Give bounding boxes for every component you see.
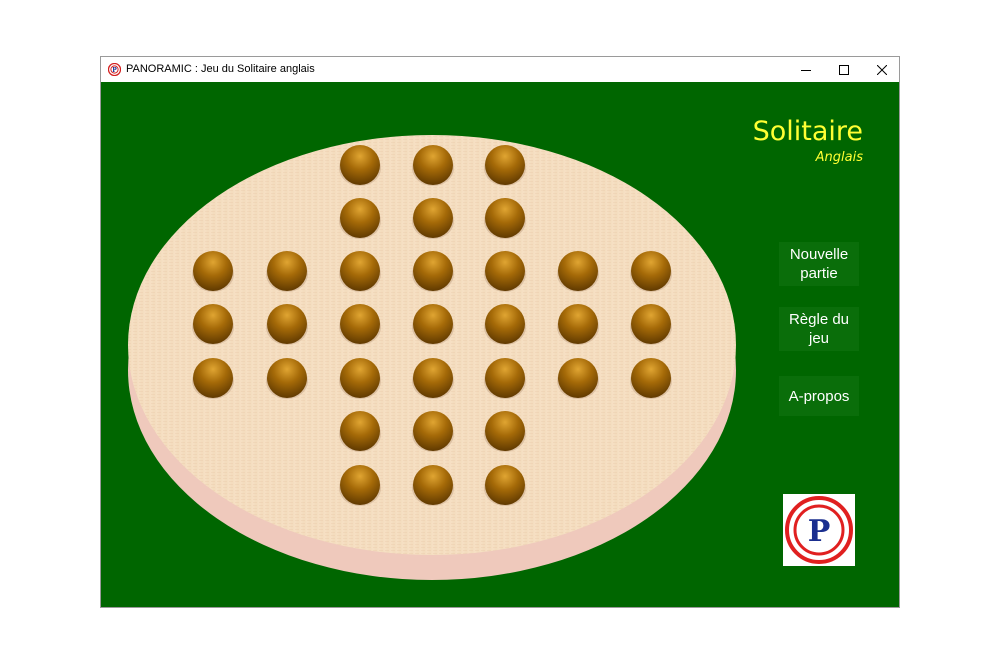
peg[interactable] [338, 302, 382, 346]
peg[interactable] [338, 356, 382, 400]
solitaire-board [127, 108, 739, 582]
new-game-label: Nouvelle partie [789, 246, 849, 282]
rules-label: Règle du jeu [788, 311, 850, 347]
peg[interactable] [265, 356, 309, 400]
peg[interactable] [483, 196, 527, 240]
minimize-button[interactable] [787, 57, 825, 82]
peg[interactable] [629, 302, 673, 346]
peg[interactable] [411, 302, 455, 346]
game-area: Solitaire Anglais Nouvelle partie Règle … [101, 82, 899, 607]
peg[interactable] [191, 302, 235, 346]
peg[interactable] [556, 249, 600, 293]
peg[interactable] [483, 409, 527, 453]
minimize-icon [801, 69, 811, 71]
peg[interactable] [556, 302, 600, 346]
new-game-button[interactable]: Nouvelle partie [779, 242, 859, 286]
peg[interactable] [629, 356, 673, 400]
peg[interactable] [411, 196, 455, 240]
svg-text:P: P [112, 67, 117, 74]
peg[interactable] [483, 143, 527, 187]
peg[interactable] [338, 409, 382, 453]
peg[interactable] [556, 356, 600, 400]
peg[interactable] [411, 249, 455, 293]
peg[interactable] [338, 196, 382, 240]
peg[interactable] [411, 409, 455, 453]
svg-text:P: P [808, 514, 831, 549]
close-button[interactable] [863, 57, 899, 82]
game-title: Solitaire [752, 116, 863, 147]
peg[interactable] [483, 249, 527, 293]
about-label: A-propos [788, 387, 850, 405]
peg[interactable] [411, 143, 455, 187]
peg[interactable] [629, 249, 673, 293]
game-subtitle: Anglais [815, 150, 863, 165]
about-button[interactable]: A-propos [779, 376, 859, 416]
title-bar[interactable]: P PANORAMIC : Jeu du Solitaire anglais [101, 57, 899, 82]
peg[interactable] [411, 356, 455, 400]
peg[interactable] [265, 302, 309, 346]
close-icon [877, 64, 887, 75]
maximize-button[interactable] [825, 57, 863, 82]
window-title: PANORAMIC : Jeu du Solitaire anglais [126, 63, 315, 75]
maximize-icon [839, 64, 849, 75]
rules-button[interactable]: Règle du jeu [779, 307, 859, 351]
peg[interactable] [411, 463, 455, 507]
peg[interactable] [265, 249, 309, 293]
peg[interactable] [483, 356, 527, 400]
peg[interactable] [191, 356, 235, 400]
peg[interactable] [191, 249, 235, 293]
app-window: P PANORAMIC : Jeu du Solitaire anglais S… [100, 56, 900, 608]
peg[interactable] [338, 143, 382, 187]
peg[interactable] [483, 463, 527, 507]
panoramic-app-icon: P [108, 63, 121, 76]
peg[interactable] [338, 463, 382, 507]
peg[interactable] [483, 302, 527, 346]
panoramic-logo[interactable]: P [783, 494, 855, 566]
panoramic-logo-icon: P [785, 496, 853, 564]
peg[interactable] [338, 249, 382, 293]
